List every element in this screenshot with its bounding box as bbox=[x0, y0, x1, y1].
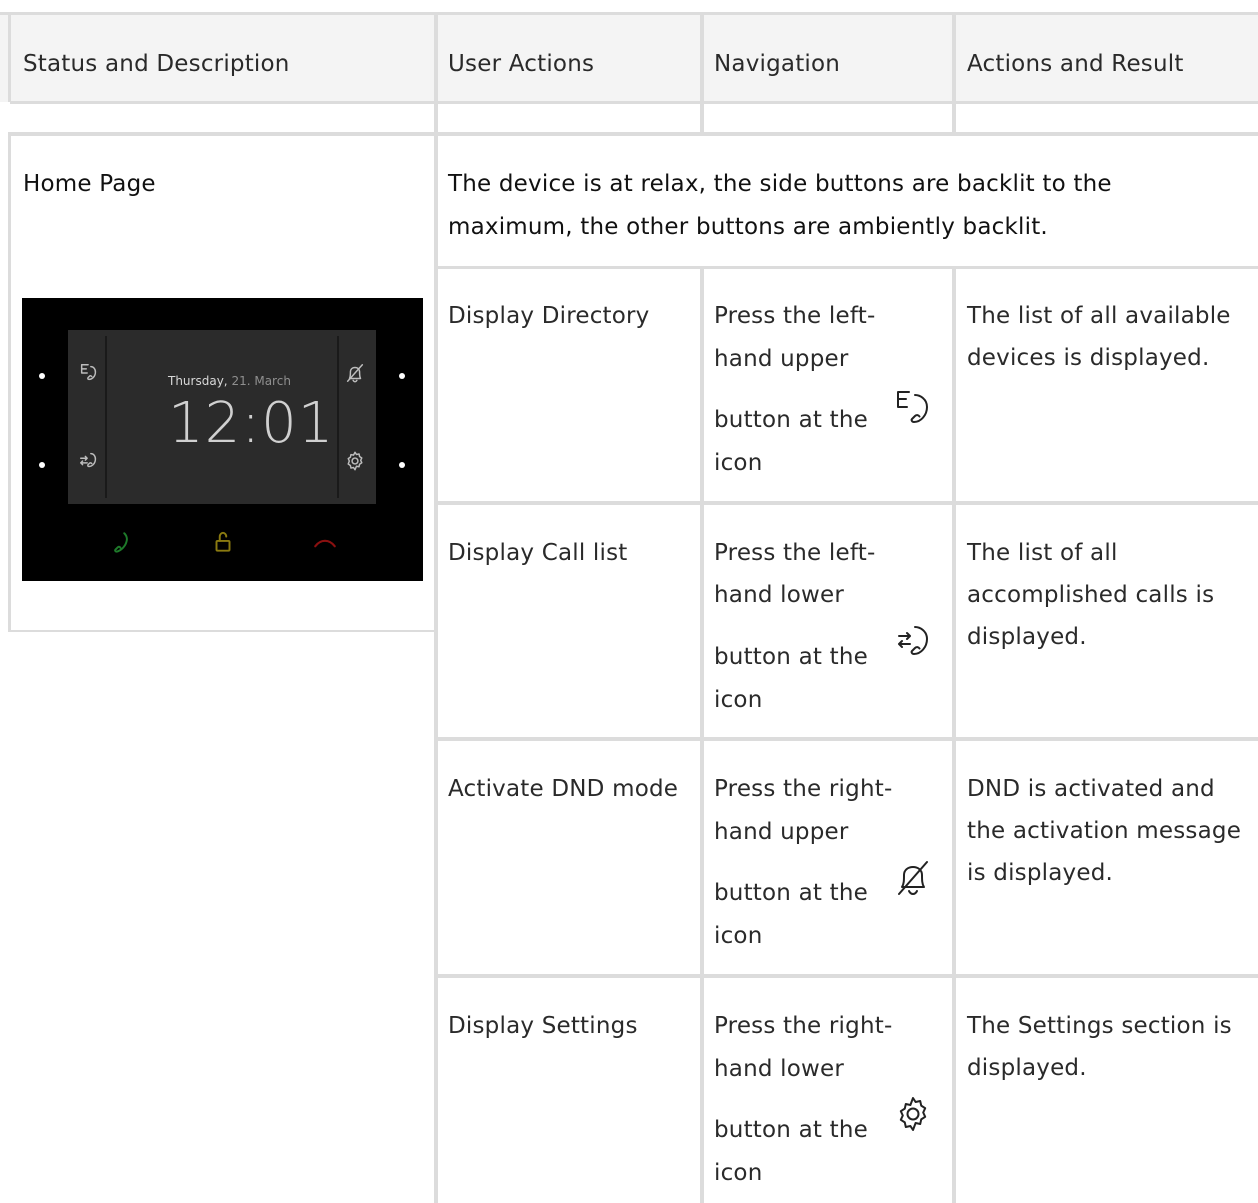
settings-gear-icon bbox=[893, 1094, 933, 1134]
call-list-icon bbox=[893, 621, 933, 661]
grid-line bbox=[952, 266, 956, 1203]
screen-date: Thursday, 21. March bbox=[168, 374, 291, 388]
screen-divider bbox=[105, 336, 107, 498]
nav-text: icon bbox=[714, 923, 763, 949]
user-action-display-settings: Display Settings bbox=[448, 1013, 638, 1039]
nav-text: button at the bbox=[714, 880, 868, 906]
grid-line bbox=[952, 12, 956, 136]
header-actions-result: Actions and Result bbox=[967, 51, 1184, 77]
grid-line bbox=[437, 737, 1258, 741]
call-list-icon bbox=[78, 450, 100, 472]
user-action-display-call-list: Display Call list bbox=[448, 540, 628, 566]
device-screenshot: Thursday, 21. March 12:01 bbox=[22, 298, 423, 581]
hangup-button-icon bbox=[312, 530, 338, 556]
nav-text: Press the left- bbox=[714, 540, 876, 566]
grid-line bbox=[700, 12, 704, 136]
device-display: Thursday, 21. March 12:01 bbox=[68, 330, 376, 504]
nav-text: hand lower bbox=[714, 1056, 845, 1082]
nav-text: icon bbox=[714, 1160, 763, 1186]
grid-line bbox=[10, 132, 1258, 136]
grid-line bbox=[10, 630, 437, 632]
nav-text: icon bbox=[714, 687, 763, 713]
result-text: DND is activated and the activation mess… bbox=[967, 776, 1242, 886]
grid-line bbox=[8, 132, 11, 632]
backlight-dot bbox=[399, 462, 405, 468]
nav-text: icon bbox=[714, 450, 763, 476]
grid-line bbox=[437, 266, 1258, 269]
header-status-description: Status and Description bbox=[23, 51, 290, 77]
bell-off-icon bbox=[344, 362, 366, 384]
grid-line bbox=[0, 12, 1258, 15]
screen-divider bbox=[337, 336, 339, 498]
nav-text: hand lower bbox=[714, 582, 845, 608]
result-text: The Settings section is displayed. bbox=[967, 1013, 1232, 1081]
nav-text: Press the right- bbox=[714, 1013, 893, 1039]
backlight-dot bbox=[39, 373, 45, 379]
user-action-activate-dnd: Activate DND mode bbox=[448, 776, 679, 802]
user-action-display-directory: Display Directory bbox=[448, 303, 650, 329]
call-button-icon bbox=[108, 530, 134, 556]
directory-icon bbox=[78, 362, 100, 384]
screen-clock: 12:01 bbox=[168, 391, 335, 456]
unlock-button-icon bbox=[210, 529, 236, 555]
nav-text: button at the bbox=[714, 407, 868, 433]
grid-line bbox=[700, 266, 704, 1203]
header-navigation: Navigation bbox=[714, 51, 841, 77]
section-summary: The device is at relax, the side buttons… bbox=[448, 171, 1112, 240]
grid-line bbox=[434, 12, 438, 1203]
settings-gear-icon bbox=[344, 450, 366, 472]
header-user-actions: User Actions bbox=[448, 51, 595, 77]
result-text: The list of all available devices is dis… bbox=[967, 303, 1231, 371]
nav-text: hand upper bbox=[714, 346, 849, 372]
grid-line bbox=[8, 12, 11, 102]
backlight-dot bbox=[399, 373, 405, 379]
screen-day-month: 21. March bbox=[231, 374, 291, 388]
nav-text: button at the bbox=[714, 1117, 868, 1143]
result-text: The list of all accomplished calls is di… bbox=[967, 540, 1215, 650]
home-page-actions-table: Status and Description User Actions Navi… bbox=[0, 0, 1258, 1203]
screen-weekday: Thursday, bbox=[168, 374, 228, 388]
bell-off-icon bbox=[893, 858, 933, 898]
grid-line bbox=[10, 101, 1258, 104]
grid-line bbox=[437, 974, 1258, 978]
section-title: Home Page bbox=[23, 171, 156, 197]
nav-text: Press the right- bbox=[714, 776, 893, 802]
backlight-dot bbox=[39, 462, 45, 468]
directory-icon bbox=[893, 387, 933, 427]
nav-text: hand upper bbox=[714, 819, 849, 845]
grid-line bbox=[437, 501, 1258, 505]
nav-text: Press the left- bbox=[714, 303, 876, 329]
nav-text: button at the bbox=[714, 644, 868, 670]
